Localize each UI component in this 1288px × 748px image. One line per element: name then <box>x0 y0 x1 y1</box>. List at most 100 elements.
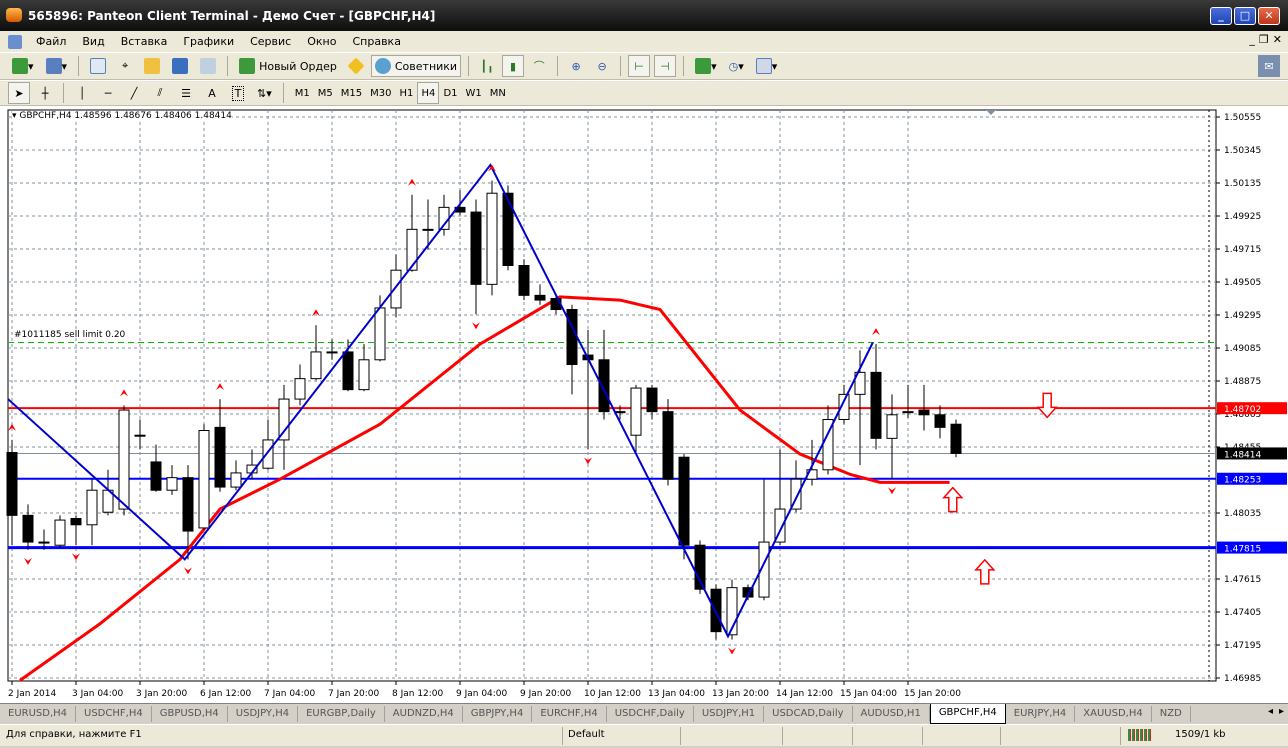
close-button[interactable]: ✕ <box>1258 7 1280 25</box>
tab-eurusd-h4[interactable]: EURUSD,H4 <box>0 705 77 722</box>
price-chart[interactable]: 1.50555 1.50345 1.50135 1.49925 1.49715 1.495… <box>0 106 1288 703</box>
candle-body <box>406 228 418 271</box>
terminal-icon <box>172 58 189 74</box>
candle-body <box>22 514 34 543</box>
candle-body <box>6 452 18 516</box>
y-tick-label: 1.47195 <box>1224 641 1261 651</box>
market-watch-button[interactable] <box>86 55 110 77</box>
menu-view[interactable]: Вид <box>74 35 112 48</box>
vertical-line-icon: │ <box>78 86 86 100</box>
data-window-button[interactable]: ⌖ <box>114 55 136 77</box>
candle-body <box>86 489 98 526</box>
indicators-button[interactable]: ▾ <box>691 55 721 77</box>
candlestick-button[interactable]: ▮ <box>502 55 525 77</box>
tester-button[interactable] <box>196 55 220 77</box>
x-tick-label: 13 Jan 20:00 <box>712 689 769 699</box>
x-tick-label: 13 Jan 04:00 <box>648 689 705 699</box>
candle-body <box>646 387 658 413</box>
y-tick-label: 1.49295 <box>1224 311 1261 321</box>
notifications-button[interactable]: ✉ <box>1258 55 1280 77</box>
timeframe-h4[interactable]: H4 <box>417 82 440 104</box>
timeframe-m1[interactable]: M1 <box>291 82 314 104</box>
timeframe-d1[interactable]: D1 <box>439 82 461 104</box>
timeframe-m5[interactable]: M5 <box>314 82 337 104</box>
mdi-minimize-button[interactable]: _ <box>1249 33 1255 46</box>
tab-usdchf-h4[interactable]: USDCHF,H4 <box>76 705 152 722</box>
tab-eurchf-h4[interactable]: EURCHF,H4 <box>532 705 607 722</box>
vertical-line-button[interactable]: │ <box>71 82 93 104</box>
templates-button[interactable]: ▾ <box>752 55 782 77</box>
maximize-button[interactable]: □ <box>1234 7 1256 25</box>
market-watch-icon <box>90 58 107 74</box>
tab-usdcad-daily[interactable]: USDCAD,Daily <box>764 705 853 722</box>
text-label-button[interactable]: T <box>227 82 249 104</box>
tab-audnzd-h4[interactable]: AUDNZD,H4 <box>385 705 463 722</box>
mdi-restore-button[interactable]: ❐ <box>1259 33 1269 46</box>
minimize-button[interactable]: _ <box>1210 7 1232 25</box>
fibonacci-button[interactable]: ☰ <box>175 82 197 104</box>
tab-usdchf-daily[interactable]: USDCHF,Daily <box>607 705 694 722</box>
candle-body <box>150 461 162 491</box>
menu-insert[interactable]: Вставка <box>113 35 176 48</box>
menu-help[interactable]: Справка <box>344 35 408 48</box>
menu-tools[interactable]: Сервис <box>242 35 299 48</box>
alert-button[interactable] <box>345 55 367 77</box>
tester-icon <box>200 58 217 74</box>
tab-eurgbp-daily[interactable]: EURGBP,Daily <box>298 705 385 722</box>
tab-gbpjpy-h4[interactable]: GBPJPY,H4 <box>463 705 533 722</box>
candle-body <box>214 426 226 488</box>
tab-audusd-h1[interactable]: AUDUSD,H1 <box>853 705 930 722</box>
tab-gbpchf-h4[interactable]: GBPCHF,H4 <box>929 703 1006 724</box>
bar-chart-icon: ┃╻ <box>480 59 494 73</box>
periods-button[interactable]: ◷ ▾ <box>725 55 748 77</box>
tab-usdjpy-h4[interactable]: USDJPY,H4 <box>228 705 299 722</box>
price-label: 1.48702 <box>1224 405 1261 415</box>
x-tick-label: 2 Jan 2014 <box>8 689 56 699</box>
zoom-out-button[interactable]: ⊖ <box>591 55 613 77</box>
arrows-button[interactable]: ⇅▾ <box>253 82 276 104</box>
templates-icon <box>755 58 772 74</box>
trendline-button[interactable]: ╱ <box>123 82 145 104</box>
bar-chart-button[interactable]: ┃╻ <box>476 55 498 77</box>
navigator-button[interactable] <box>140 55 164 77</box>
auto-scroll-button[interactable]: ⊢ <box>628 55 651 77</box>
text-button[interactable]: A <box>201 82 223 104</box>
tab-usdjpy-h1[interactable]: USDJPY,H1 <box>694 705 765 722</box>
candle-body <box>678 456 690 546</box>
zoom-in-button[interactable]: ⊕ <box>565 55 587 77</box>
crosshair-button[interactable]: ┼ <box>34 82 56 104</box>
timeframe-mn[interactable]: MN <box>486 82 510 104</box>
horizontal-line-button[interactable]: ─ <box>97 82 119 104</box>
tab-xauusd-h4[interactable]: XAUUSD,H4 <box>1075 705 1152 722</box>
timeframe-h1[interactable]: H1 <box>395 82 417 104</box>
line-chart-button[interactable]: ⌒ <box>528 55 550 77</box>
tab-gbpusd-h4[interactable]: GBPUSD,H4 <box>152 705 228 722</box>
timeframe-w1[interactable]: W1 <box>462 82 486 104</box>
tab-nzd[interactable]: NZD <box>1152 705 1191 722</box>
x-tick-label: 3 Jan 20:00 <box>136 689 188 699</box>
mdi-close-button[interactable]: ✕ <box>1273 33 1282 46</box>
timeframe-m30[interactable]: M30 <box>366 82 395 104</box>
experts-button[interactable]: Советники <box>370 55 462 77</box>
tab-scroll-right[interactable]: ▸ <box>1279 706 1284 717</box>
profiles-button[interactable]: ▾ <box>42 55 72 77</box>
chart-canvas[interactable]: 1.50555 1.50345 1.50135 1.49925 1.49715 1.495… <box>0 106 1288 703</box>
timeframe-m15[interactable]: M15 <box>337 82 366 104</box>
status-profile: Default <box>568 729 605 740</box>
tab-scroll-left[interactable]: ◂ <box>1268 706 1273 717</box>
candle-body <box>918 409 930 416</box>
cursor-button[interactable]: ➤ <box>8 82 30 104</box>
new-chart-button[interactable]: ▾ <box>8 55 38 77</box>
new-order-button[interactable]: Новый Ордер <box>235 55 341 77</box>
candle-body <box>182 477 194 532</box>
tab-eurjpy-h4[interactable]: EURJPY,H4 <box>1006 705 1076 722</box>
menu-window[interactable]: Окно <box>299 35 344 48</box>
chart-shift-button[interactable]: ⊣ <box>654 55 677 77</box>
terminal-button[interactable] <box>168 55 192 77</box>
menu-charts[interactable]: Графики <box>175 35 242 48</box>
candle-body <box>118 409 130 510</box>
channel-button[interactable]: ⫽ <box>149 82 171 104</box>
drawing-toolbar: ➤ ┼ │ ─ ╱ ⫽ ☰ A T ⇅▾ M1 M5 M15 M30 H1 H4 D1 W1 M… <box>0 80 1288 106</box>
candle-body <box>230 472 242 488</box>
menu-file[interactable]: Файл <box>28 35 74 48</box>
